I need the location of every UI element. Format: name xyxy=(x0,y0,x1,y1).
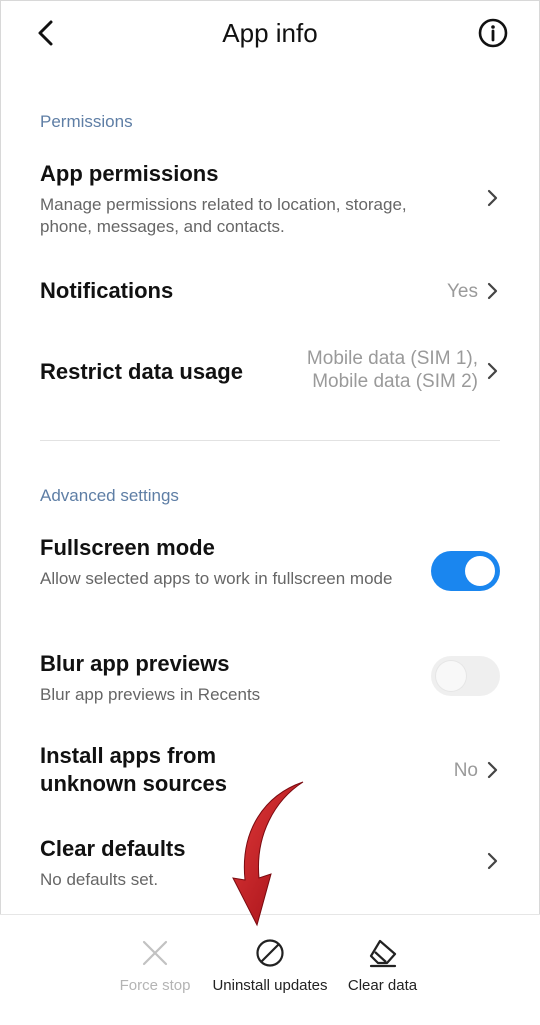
page-title: App info xyxy=(222,18,318,48)
unknown-sources-title-line1: Install apps from xyxy=(40,743,217,768)
force-stop-label: Force stop xyxy=(119,977,191,994)
uninstall-updates-label: Uninstall updates xyxy=(212,977,328,994)
chevron-right-icon xyxy=(487,282,498,300)
unknown-sources-title: Install apps from unknown sources xyxy=(40,742,227,798)
blur-app-previews-description: Blur app previews in Recents xyxy=(40,685,261,704)
blur-app-previews-toggle[interactable] xyxy=(431,656,500,696)
fullscreen-mode-row[interactable]: Fullscreen mode Allow selected apps to w… xyxy=(0,530,540,620)
app-permissions-row[interactable]: App permissions Manage permissions relat… xyxy=(0,155,540,245)
info-button[interactable] xyxy=(476,16,510,50)
unknown-sources-row[interactable]: Install apps from unknown sources No xyxy=(0,740,540,805)
app-permissions-description: Manage permissions related to location, … xyxy=(40,195,407,236)
blur-app-previews-title: Blur app previews xyxy=(40,651,230,676)
fullscreen-mode-description: Allow selected apps to work in fullscree… xyxy=(40,569,393,588)
info-circle-icon xyxy=(478,18,508,48)
toggle-knob xyxy=(465,556,495,586)
fullscreen-mode-title: Fullscreen mode xyxy=(40,535,215,560)
restrict-data-usage-title: Restrict data usage xyxy=(40,359,243,384)
chevron-right-icon xyxy=(487,189,498,207)
fullscreen-mode-toggle[interactable] xyxy=(431,551,500,591)
clear-defaults-description: No defaults set. xyxy=(40,870,159,889)
force-stop-button[interactable]: Force stop xyxy=(105,915,205,1015)
clear-defaults-title: Clear defaults xyxy=(40,836,186,861)
app-bar: App info xyxy=(0,0,540,70)
close-x-icon xyxy=(142,940,168,966)
section-label-advanced: Advanced settings xyxy=(40,486,179,505)
chevron-right-icon xyxy=(487,852,498,870)
chevron-right-icon xyxy=(487,362,498,380)
clear-data-label: Clear data xyxy=(347,977,418,994)
unknown-sources-value: No xyxy=(453,760,478,781)
prohibit-icon xyxy=(256,939,284,967)
restrict-data-usage-row[interactable]: Restrict data usage Mobile data (SIM 1),… xyxy=(0,340,540,405)
app-permissions-title: App permissions xyxy=(40,161,219,186)
toggle-knob xyxy=(436,661,466,691)
notifications-value: Yes xyxy=(447,281,478,302)
bottom-action-bar: Force stop Uninstall updates Clear data xyxy=(0,914,540,1025)
notifications-title: Notifications xyxy=(40,278,174,303)
restrict-data-usage-value: Mobile data (SIM 1), Mobile data (SIM 2) xyxy=(307,347,478,393)
unknown-sources-title-line2: unknown sources xyxy=(40,771,228,796)
section-divider xyxy=(40,440,500,441)
eraser-icon xyxy=(369,939,396,968)
blur-app-previews-row[interactable]: Blur app previews Blur app previews in R… xyxy=(0,645,540,715)
clear-defaults-row[interactable]: Clear defaults No defaults set. xyxy=(0,830,540,900)
restrict-data-value-line2: Mobile data (SIM 2) xyxy=(312,371,478,392)
chevron-right-icon xyxy=(487,761,498,779)
uninstall-updates-button[interactable]: Uninstall updates xyxy=(205,915,335,1015)
restrict-data-value-line1: Mobile data (SIM 1), xyxy=(306,348,478,369)
notifications-row[interactable]: Notifications Yes xyxy=(0,265,540,320)
clear-data-button[interactable]: Clear data xyxy=(335,915,430,1015)
section-label-permissions: Permissions xyxy=(40,112,133,131)
